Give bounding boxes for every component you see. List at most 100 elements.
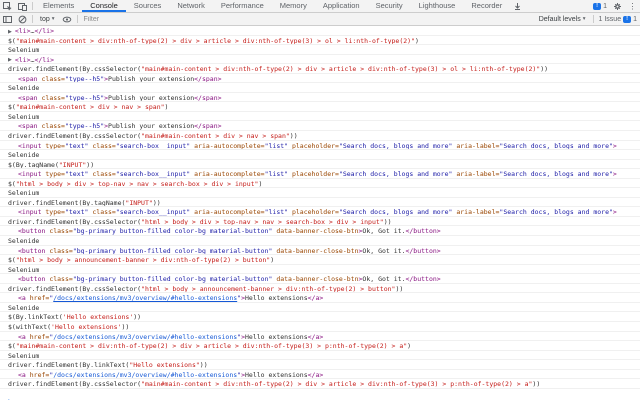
filter-input[interactable] (80, 13, 308, 25)
console-row: driver.findElement(By.cssSelector("main#… (0, 379, 640, 389)
tab-sources[interactable]: Sources (126, 0, 170, 12)
console-token: $( (8, 37, 16, 45)
console-token: <button (18, 275, 45, 283)
tab-elements[interactable]: Elements (35, 0, 82, 12)
console-token: "bg-primary button-filled color-bg mater… (73, 275, 273, 283)
console-token: aria-autocomplete= (190, 142, 264, 150)
issues-icon: ! (623, 16, 631, 23)
console-row: driver.findElement(By.cssSelector("main#… (0, 131, 640, 141)
console-prompt[interactable]: > (0, 389, 640, 400)
toggle-device-toolbar-button[interactable] (15, 0, 30, 12)
console-token: </a> (308, 371, 324, 379)
console-token: "main#main-content > div:nth-of-type(2) … (141, 65, 540, 73)
console-link[interactable]: /docs/extensions/mv3/overview/#hello-ext… (53, 333, 237, 341)
console-token: )) (540, 65, 548, 73)
eye-icon (62, 15, 72, 24)
tab-console[interactable]: Console (82, 0, 126, 12)
tab-application[interactable]: Application (315, 0, 368, 12)
console-token: > (613, 142, 617, 150)
console-link[interactable]: /docs/extensions/mv3/overview/#hello-ext… (53, 294, 237, 302)
tab-network[interactable]: Network (169, 0, 213, 12)
tab-recorder[interactable]: Recorder (463, 0, 510, 12)
console-token: "main#main-content > div:nth-of-type(2) … (16, 37, 415, 45)
log-levels-selector[interactable]: Default levels ▾ (534, 13, 591, 25)
consolebar-spacer (308, 13, 534, 25)
console-row: driver.findElement(By.cssSelector("main#… (0, 64, 640, 74)
console-token: </a> (308, 294, 324, 302)
tab-performance[interactable]: Performance (213, 0, 272, 12)
console-token: "Search docs, blogs and more" (339, 142, 453, 150)
console-token: )) (122, 323, 130, 331)
console-token: <input (18, 170, 41, 178)
download-arrow-icon (513, 2, 522, 11)
console-messages: ▶<li>…</li>$("main#main-content > div:nt… (0, 26, 640, 389)
recorder-extra-button[interactable] (510, 0, 525, 12)
issues-counter[interactable]: ! 1 (590, 0, 610, 12)
console-token: "list" (265, 170, 288, 178)
issues-button[interactable]: 1 Issue ! 1 (596, 13, 640, 25)
console-row: $(By.linkText('Hello extensions')) (0, 312, 640, 322)
console-token: </a> (308, 333, 324, 341)
console-token: Publish your extension (108, 122, 194, 130)
console-row: driver.findElement(By.cssSelector("html … (0, 217, 640, 227)
console-token: <a (18, 371, 26, 379)
console-row: <button class="bg-primary button-filled … (0, 246, 640, 256)
clear-console-button[interactable] (15, 13, 30, 25)
console-token: class= (38, 94, 65, 102)
console-token: "type--h5" (65, 94, 104, 102)
console-token: > (613, 170, 617, 178)
console-token: )) (532, 380, 540, 388)
console-row: Selenide (0, 150, 640, 160)
console-token: driver.findElement(By.cssSelector( (8, 218, 141, 226)
console-row: $(withText('Hello extensions')) (0, 322, 640, 332)
console-row: <span class="type--h5">Publish your exte… (0, 93, 640, 103)
console-row: $("main#main-content > div:nth-of-type(2… (0, 36, 640, 46)
console-token: "text" (65, 142, 88, 150)
console-token: "search-box__input" (116, 142, 190, 150)
console-token: ) (415, 37, 419, 45)
console-sidebar-button[interactable] (0, 13, 15, 25)
console-row: Selenium (0, 112, 640, 122)
console-link[interactable]: /docs/extensions/mv3/overview/#hello-ext… (53, 371, 237, 379)
console-token: ) (270, 256, 274, 264)
console-token: driver.findElement(By.cssSelector( (8, 65, 141, 73)
console-token: 'Hello extensions' (51, 323, 121, 331)
inspect-element-button[interactable] (0, 0, 15, 12)
tab-lighthouse[interactable]: Lighthouse (411, 0, 464, 12)
settings-button[interactable] (610, 0, 625, 12)
console-token: <input (18, 142, 41, 150)
device-toolbar-icon (18, 2, 27, 11)
console-token: "main#main-content > div:nth-of-type(2) … (16, 342, 407, 350)
expand-triangle-icon[interactable]: ▶ (8, 56, 12, 64)
issues-icon: ! (593, 3, 601, 10)
tab-security[interactable]: Security (368, 0, 411, 12)
console-token: data-banner-close-btn (272, 275, 358, 283)
more-options-button[interactable]: ⋮ (625, 0, 640, 12)
expand-triangle-icon[interactable]: ▶ (8, 28, 12, 36)
kebab-icon: ⋮ (629, 2, 637, 11)
live-expression-button[interactable] (60, 13, 75, 25)
context-selector[interactable]: top ▾ (35, 13, 60, 25)
console-token: class= (88, 170, 115, 178)
console-token: class= (45, 227, 72, 235)
console-row: Selenide (0, 303, 640, 313)
console-token: "Search docs, blogs and more" (339, 208, 453, 216)
console-token: )) (86, 161, 94, 169)
issues-count: 1 (633, 16, 637, 23)
console-toolbar: top ▾ Default levels ▾ 1 Issue ! 1 (0, 13, 640, 26)
console-row: $("html > body > div > top-nav > nav > s… (0, 179, 640, 189)
devtools-window: ElementsConsoleSourcesNetworkPerformance… (0, 0, 640, 400)
console-token: </button> (405, 227, 440, 235)
console-token: </span> (194, 94, 221, 102)
console-token: ) (407, 342, 411, 350)
console-token: class= (88, 142, 115, 150)
console-token: "Search docs, blogs and more" (499, 142, 613, 150)
console-row: Selenium (0, 45, 640, 55)
console-token: Hello extensions (245, 294, 308, 302)
console-token: href= (26, 333, 49, 341)
console-token: Ok, Got it. (362, 227, 405, 235)
console-row: Selenium (0, 351, 640, 361)
console-token: "Search docs, blogs and more" (499, 170, 613, 178)
tab-memory[interactable]: Memory (272, 0, 315, 12)
console-row: <input type="text" class="search-box__in… (0, 141, 640, 151)
